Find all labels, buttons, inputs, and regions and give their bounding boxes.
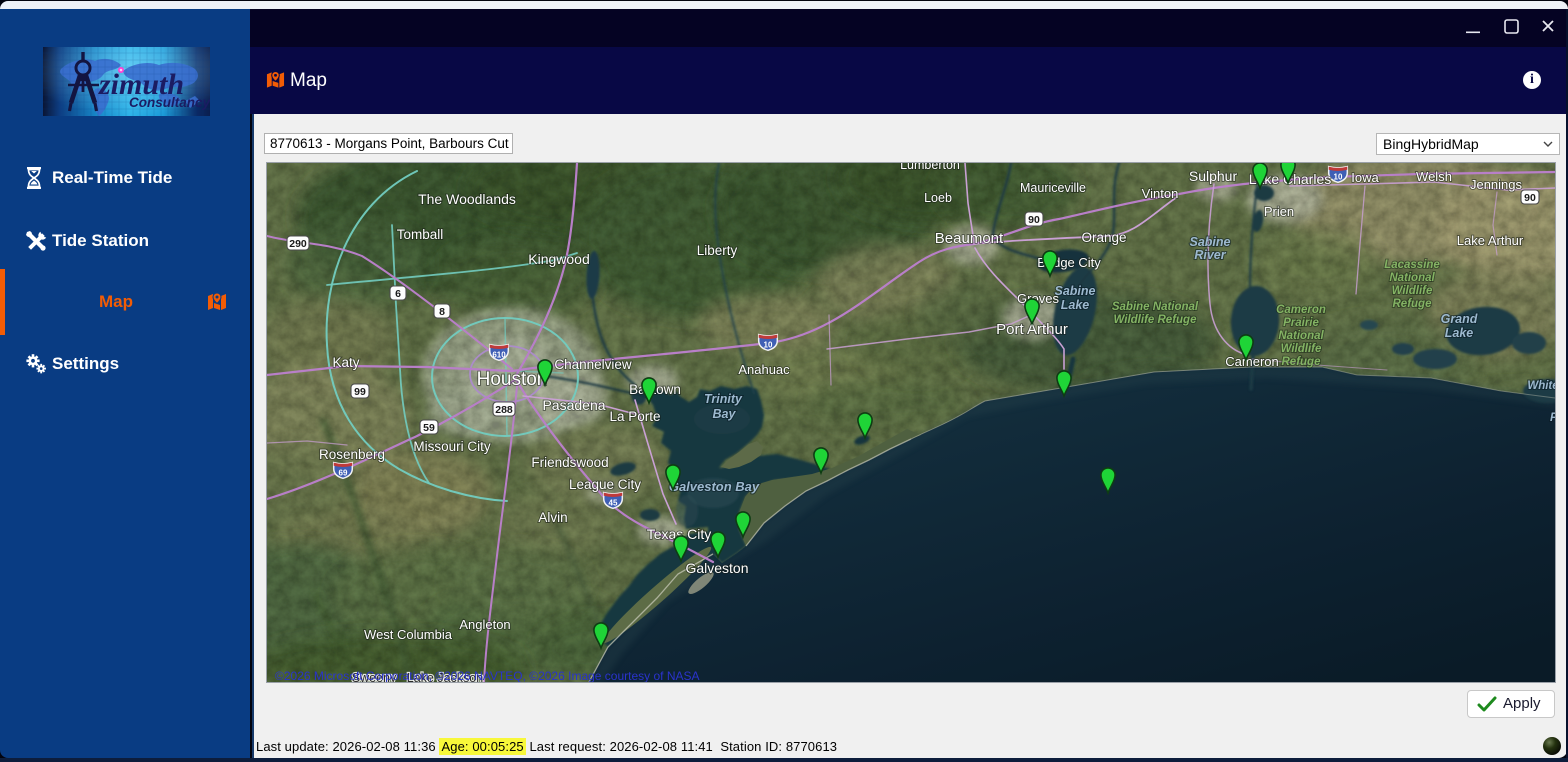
svg-text:Sabine: Sabine	[1190, 235, 1231, 249]
svg-text:8: 8	[439, 306, 445, 318]
svg-text:Mauriceville: Mauriceville	[1020, 181, 1086, 195]
svg-text:Refuge: Refuge	[1393, 298, 1433, 310]
svg-text:Cameron: Cameron	[1276, 304, 1326, 316]
svg-text:90: 90	[1028, 214, 1040, 226]
svg-text:Liberty: Liberty	[697, 243, 738, 258]
svg-text:League City: League City	[569, 477, 641, 492]
svg-text:National: National	[1389, 272, 1435, 284]
svg-text:Orange: Orange	[1081, 230, 1126, 245]
svg-text:Prairie: Prairie	[1283, 317, 1319, 329]
svg-text:Bay: Bay	[713, 407, 737, 421]
svg-text:Katy: Katy	[332, 355, 359, 370]
svg-text:La Porte: La Porte	[609, 409, 660, 424]
svg-text:Iowa: Iowa	[1351, 170, 1379, 185]
svg-text:Pe: Pe	[1550, 412, 1555, 424]
svg-text:45: 45	[609, 499, 618, 508]
svg-text:White: White	[1527, 380, 1555, 392]
svg-text:Galveston Bay: Galveston Bay	[669, 479, 760, 494]
svg-text:Wildlife: Wildlife	[1281, 343, 1322, 355]
svg-text:©2026 Microsoft Corporation, ©: ©2026 Microsoft Corporation, ©2026 NAVTE…	[275, 669, 700, 682]
svg-text:Vinton: Vinton	[1142, 186, 1179, 201]
svg-text:Houston: Houston	[477, 369, 548, 390]
svg-text:610: 610	[492, 351, 506, 360]
svg-text:Lacassine: Lacassine	[1384, 259, 1440, 271]
svg-text:69: 69	[339, 469, 348, 478]
svg-text:Tomball: Tomball	[397, 227, 444, 242]
svg-text:Trinity: Trinity	[704, 392, 743, 406]
svg-text:Welsh: Welsh	[1416, 169, 1452, 184]
svg-text:Refuge: Refuge	[1282, 356, 1322, 368]
svg-text:99: 99	[354, 386, 366, 398]
svg-text:The Woodlands: The Woodlands	[418, 191, 516, 207]
svg-text:Sabine National: Sabine National	[1112, 301, 1199, 313]
svg-text:Rosenberg: Rosenberg	[319, 447, 385, 462]
svg-text:Anahuac: Anahuac	[738, 362, 790, 377]
svg-text:Galveston: Galveston	[685, 560, 748, 576]
svg-text:Lumberton: Lumberton	[900, 163, 960, 172]
svg-text:Jennings: Jennings	[1470, 177, 1523, 192]
svg-text:Lake: Lake	[1061, 298, 1090, 312]
svg-text:288: 288	[495, 404, 513, 416]
svg-text:10: 10	[1334, 173, 1343, 182]
svg-text:Pasadena: Pasadena	[542, 397, 605, 413]
svg-text:90: 90	[1524, 192, 1536, 204]
svg-text:Sabine: Sabine	[1055, 284, 1096, 298]
svg-text:Lake Arthur: Lake Arthur	[1457, 233, 1524, 248]
svg-text:10: 10	[764, 341, 773, 350]
svg-text:Beaumont: Beaumont	[935, 230, 1004, 247]
svg-text:River: River	[1194, 248, 1226, 262]
svg-text:Friendswood: Friendswood	[531, 455, 608, 470]
svg-text:Alvin: Alvin	[538, 510, 567, 525]
svg-text:Consultancy: Consultancy	[129, 95, 210, 110]
svg-text:Cameron: Cameron	[1225, 354, 1278, 369]
svg-text:Loeb: Loeb	[924, 191, 952, 205]
svg-text:6: 6	[395, 288, 401, 300]
svg-text:Grand: Grand	[1441, 312, 1478, 326]
svg-text:Lake: Lake	[1445, 326, 1474, 340]
svg-text:Wildlife: Wildlife	[1392, 285, 1433, 297]
svg-text:Missouri City: Missouri City	[413, 439, 491, 454]
svg-text:Angleton: Angleton	[459, 617, 510, 632]
svg-text:290: 290	[289, 238, 307, 250]
svg-text:Channelview: Channelview	[554, 357, 632, 372]
svg-text:Prien: Prien	[1264, 204, 1294, 219]
svg-text:Kingwood: Kingwood	[528, 251, 590, 267]
svg-text:Wildlife Refuge: Wildlife Refuge	[1114, 314, 1198, 326]
svg-text:West Columbia: West Columbia	[364, 627, 453, 642]
svg-text:59: 59	[423, 422, 435, 434]
svg-text:Sulphur: Sulphur	[1189, 168, 1238, 184]
svg-text:National: National	[1278, 330, 1324, 342]
